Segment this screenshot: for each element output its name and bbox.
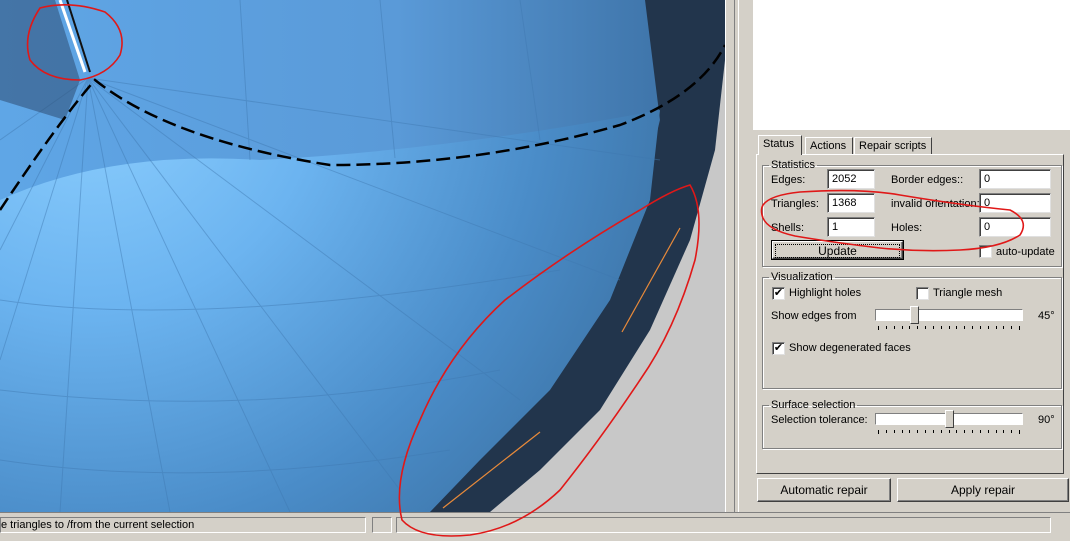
- panel-header-area: [753, 0, 1070, 130]
- shells-label: Shells:: [771, 222, 805, 234]
- update-button-label: Update: [775, 244, 900, 258]
- border-edges-label: Border edges::: [891, 174, 964, 186]
- apply-repair-button[interactable]: Apply repair: [897, 478, 1069, 502]
- edges-label: Edges:: [771, 174, 806, 186]
- show-edges-value: 45°: [1038, 310, 1055, 322]
- tab-repair-scripts[interactable]: Repair scripts: [854, 137, 932, 154]
- mesh-status-panel: Status Actions Repair scripts Statistics…: [753, 130, 1070, 512]
- auto-update-checkbox[interactable]: [979, 245, 992, 258]
- 3d-viewport[interactable]: [0, 0, 725, 512]
- shells-value: 1: [827, 217, 875, 237]
- statistics-title: Statistics: [771, 159, 816, 171]
- status-pane-3: [396, 517, 1051, 533]
- mesh-render: [0, 0, 725, 512]
- triangle-mesh-checkbox[interactable]: [916, 287, 929, 300]
- selection-tolerance-slider[interactable]: [875, 408, 1023, 436]
- edges-value: 2052: [827, 169, 875, 189]
- show-edges-slider-thumb[interactable]: [910, 306, 919, 324]
- show-edges-label: Show edges from: [771, 310, 857, 322]
- invalid-orientation-label: invalid orientation:: [891, 198, 980, 210]
- selection-tolerance-value: 90°: [1038, 414, 1055, 426]
- triangle-mesh-label: Triangle mesh: [933, 287, 1003, 299]
- update-button[interactable]: Update: [771, 240, 904, 260]
- holes-label: Holes:: [891, 222, 923, 234]
- status-message: e triangles to /from the current selecti…: [0, 517, 366, 533]
- tab-status[interactable]: Status: [758, 135, 802, 155]
- show-edges-slider-ticks: [878, 326, 1020, 330]
- surface-selection-title: Surface selection: [771, 399, 856, 411]
- highlight-holes-checkbox[interactable]: ✔: [772, 287, 785, 300]
- tab-actions[interactable]: Actions: [805, 137, 853, 154]
- selection-tolerance-slider-ticks: [878, 430, 1020, 434]
- status-bar: e triangles to /from the current selecti…: [0, 512, 1070, 541]
- holes-value: 0: [979, 217, 1051, 237]
- view-splitter[interactable]: [725, 0, 753, 512]
- auto-update-label: auto-update: [996, 246, 1055, 258]
- show-edges-slider[interactable]: [875, 304, 1023, 332]
- triangles-value: 1368: [827, 193, 875, 213]
- selection-tolerance-label: Selection tolerance:: [771, 414, 868, 426]
- triangles-label: Triangles:: [771, 198, 819, 210]
- highlight-holes-label: Highlight holes: [789, 287, 862, 299]
- show-degenerated-checkbox[interactable]: ✔: [772, 342, 785, 355]
- border-edges-value: 0: [979, 169, 1051, 189]
- selection-tolerance-slider-thumb[interactable]: [945, 410, 954, 428]
- invalid-orientation-value: 0: [979, 193, 1051, 213]
- automatic-repair-button[interactable]: Automatic repair: [757, 478, 891, 502]
- visualization-title: Visualization: [771, 271, 833, 283]
- status-pane-2: [372, 517, 392, 533]
- show-degenerated-label: Show degenerated faces: [789, 342, 911, 354]
- status-tab-page: Statistics Edges: 2052 Border edges:: 0 …: [756, 154, 1064, 474]
